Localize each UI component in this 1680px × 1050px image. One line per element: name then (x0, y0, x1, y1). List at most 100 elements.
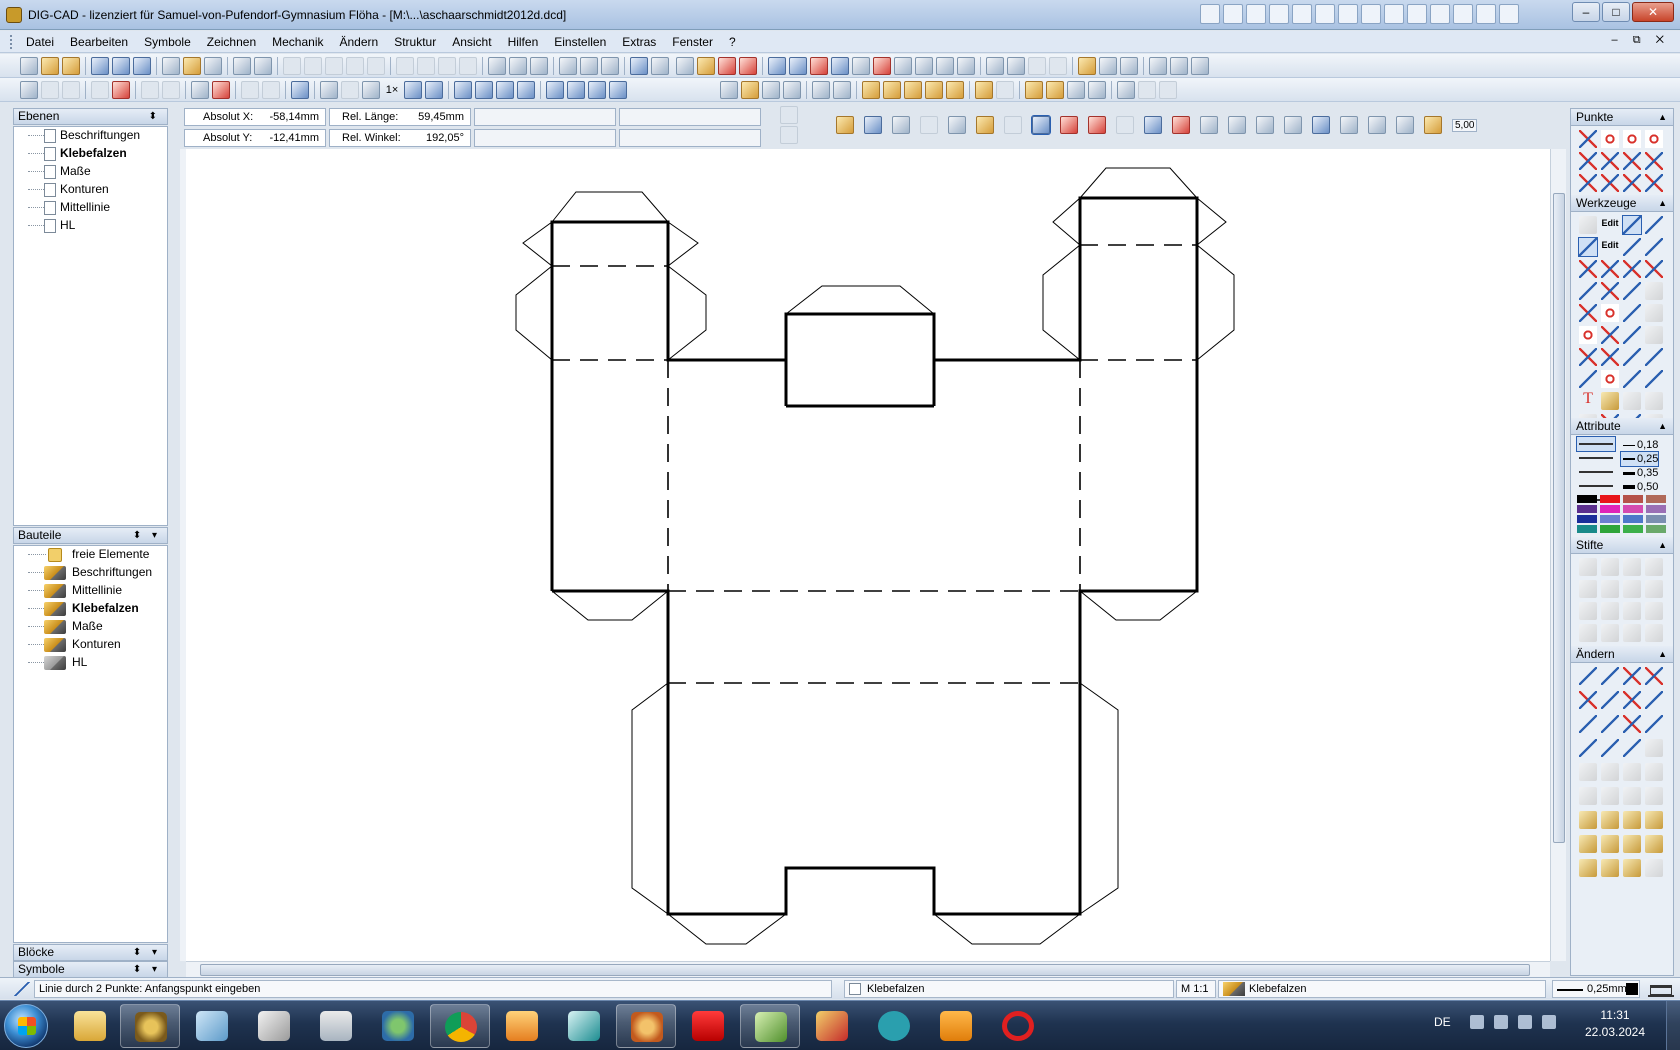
line-tool-icon[interactable] (1031, 115, 1051, 135)
network-icon[interactable] (1518, 1015, 1532, 1029)
layer-print-icon[interactable] (62, 81, 80, 99)
building-icon[interactable] (1648, 981, 1674, 997)
hatch-icon[interactable] (957, 57, 975, 75)
color-swatch[interactable] (1577, 495, 1597, 503)
nearest-point-icon[interactable] (1623, 174, 1641, 192)
box-red-icon[interactable] (1579, 859, 1597, 877)
xline-icon[interactable] (1645, 260, 1663, 278)
active-layer-status[interactable]: Klebefalzen (844, 980, 1174, 998)
window-icon[interactable] (1149, 57, 1167, 75)
part-item[interactable]: Klebefalzen (14, 600, 152, 618)
target-icon[interactable] (1601, 304, 1619, 322)
rectangle-icon[interactable] (1579, 282, 1597, 300)
taskbar-app-9[interactable] (554, 1004, 614, 1048)
vertical-scrollbar[interactable] (1550, 149, 1566, 961)
delete-icon[interactable] (367, 57, 385, 75)
spring-icon[interactable] (697, 57, 715, 75)
quick-icon[interactable] (1361, 4, 1381, 24)
sort-arrows-icon[interactable]: ⬍ ▾ (133, 962, 161, 977)
extend-tool-icon[interactable] (1601, 667, 1619, 685)
sort-arrows-icon[interactable]: ⬍ ▾ (133, 528, 161, 543)
zoom-1-icon[interactable] (454, 81, 472, 99)
midpoint-icon[interactable] (1623, 152, 1641, 170)
open-folder-icon[interactable] (62, 57, 80, 75)
undo-draw-icon[interactable] (920, 116, 938, 134)
layer-manager-icon[interactable] (20, 81, 38, 99)
tray-arrow-icon[interactable] (1470, 1015, 1484, 1029)
macro-icon[interactable] (1120, 57, 1138, 75)
print-area-icon[interactable] (833, 81, 851, 99)
chart-icon[interactable] (762, 81, 780, 99)
taskbar-app-11[interactable] (678, 1004, 738, 1048)
angle-snap-icon[interactable] (601, 57, 619, 75)
quick-icon[interactable] (1453, 4, 1473, 24)
scale-tool-icon[interactable] (1645, 715, 1663, 733)
taskbar-app-5[interactable] (306, 1004, 366, 1048)
color-swatch[interactable] (1623, 515, 1643, 523)
dimension-icon[interactable] (768, 57, 786, 75)
color-swatch[interactable] (1600, 495, 1620, 503)
grid-icon[interactable] (580, 57, 598, 75)
select-cross-icon[interactable] (1623, 763, 1641, 781)
menu-item-9[interactable]: Einstellen (546, 34, 614, 50)
app-icon[interactable] (6, 7, 22, 23)
taskbar-app-16[interactable] (988, 1004, 1048, 1048)
close-button[interactable]: ✕ (1632, 2, 1674, 22)
zoom-window-icon[interactable] (341, 81, 359, 99)
snap-value[interactable]: 5,00 (1452, 118, 1478, 132)
bauteile-panel-header[interactable]: Bauteile ⬍ ▾ (13, 527, 168, 544)
copy-tool-icon[interactable] (1579, 811, 1597, 829)
pen-icon[interactable] (1601, 624, 1619, 642)
quick-icon[interactable] (1338, 4, 1358, 24)
blank-tool-icon[interactable] (1645, 282, 1663, 300)
cube-icon[interactable] (836, 116, 854, 134)
quick-icon[interactable] (1407, 4, 1427, 24)
select-box-icon[interactable] (1601, 763, 1619, 781)
paste-special-icon[interactable] (346, 57, 364, 75)
werkzeuge-header[interactable]: Werkzeuge ▲ (1571, 195, 1673, 212)
select-all-tool-icon[interactable] (1623, 787, 1641, 805)
pointer-icon[interactable] (1579, 216, 1597, 234)
vertical-scroll-thumb[interactable] (1553, 193, 1565, 843)
context-help-icon[interactable] (651, 57, 669, 75)
zoom-all-icon[interactable] (320, 81, 338, 99)
select-rect-icon[interactable] (1340, 116, 1358, 134)
collapse-icon[interactable]: ▲ (1658, 195, 1667, 211)
tools-icon[interactable] (1078, 57, 1096, 75)
paste-tool-icon[interactable] (1623, 811, 1641, 829)
zoom-out-icon[interactable] (425, 81, 443, 99)
snap-2-icon[interactable] (883, 81, 901, 99)
cancel-draw-icon[interactable] (1004, 116, 1022, 134)
zoom-in-icon[interactable] (404, 81, 422, 99)
line-points-icon[interactable] (948, 116, 966, 134)
coordinate-field-empty[interactable] (619, 108, 761, 126)
offset-tool-icon[interactable] (1579, 715, 1597, 733)
menu-item-10[interactable]: Extras (614, 34, 664, 50)
rotate-tool-icon[interactable] (1579, 739, 1597, 757)
tangent-point-icon[interactable] (1601, 174, 1619, 192)
cross-tool-icon[interactable] (1623, 715, 1641, 733)
mdi-window-controls[interactable]: – ⧉ ✕ (1612, 34, 1670, 47)
slope-icon[interactable] (1623, 370, 1641, 388)
quick-icon[interactable] (1384, 4, 1404, 24)
snap-10-icon[interactable] (1067, 81, 1085, 99)
taskbar-chrome[interactable] (430, 1004, 490, 1048)
line-icon[interactable] (1622, 215, 1642, 235)
line-style-dashed[interactable] (1577, 451, 1615, 465)
edit-2-button[interactable]: Edit (1599, 236, 1621, 258)
copy-layout-icon[interactable] (812, 81, 830, 99)
blank-tool-icon[interactable] (1623, 392, 1641, 410)
pen-icon[interactable] (1601, 580, 1619, 598)
box-3d-icon[interactable] (1088, 116, 1106, 134)
stretch-tool-icon[interactable] (1579, 691, 1597, 709)
intersection-point-icon[interactable] (1579, 152, 1597, 170)
move-icon[interactable] (831, 57, 849, 75)
snap-4-icon[interactable] (925, 81, 943, 99)
move-copy-icon[interactable] (1601, 811, 1619, 829)
endpoint-icon[interactable] (1645, 152, 1663, 170)
cylinder-icon[interactable] (1601, 392, 1619, 410)
zoom-5-icon[interactable] (546, 81, 564, 99)
hand-icon[interactable] (780, 106, 798, 124)
pen-icon[interactable] (1645, 580, 1663, 598)
chamfer-icon[interactable] (894, 57, 912, 75)
